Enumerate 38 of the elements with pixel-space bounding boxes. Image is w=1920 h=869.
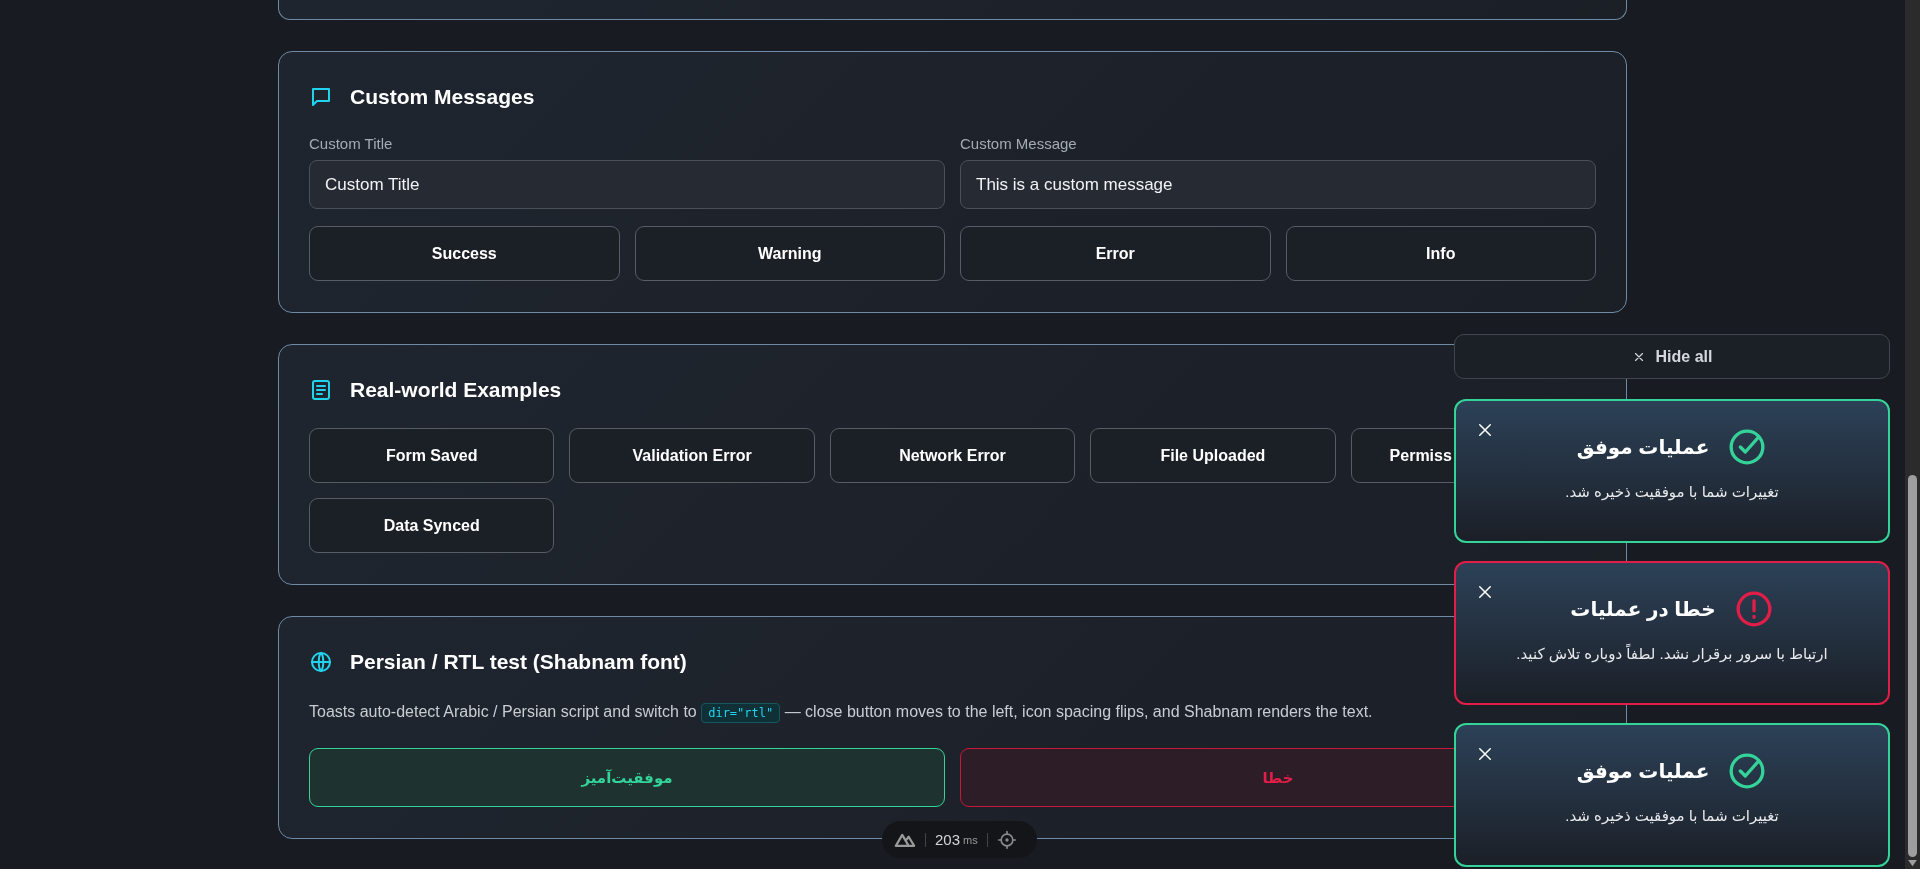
time-unit: ms	[963, 833, 978, 846]
globe-icon	[309, 650, 333, 674]
section-title: Custom Messages	[350, 85, 535, 109]
toast-button[interactable]: Error	[960, 226, 1271, 281]
toast-message: تغییرات شما با موفقیت ذخیره شد.	[1565, 483, 1779, 501]
example-button[interactable]: Form Saved	[309, 428, 555, 483]
section-title: Persian / RTL test (Shabnam font)	[350, 650, 687, 674]
close-icon	[1476, 583, 1494, 601]
load-time: 203	[935, 831, 961, 848]
field-label: Custom Message	[960, 135, 1078, 152]
text-field[interactable]: Custom Title	[309, 160, 945, 209]
hide-all-button[interactable]: Hide all	[1454, 334, 1890, 379]
toast-message: تغییرات شما با موفقیت ذخیره شد.	[1565, 807, 1779, 825]
close-icon	[1476, 745, 1494, 763]
scrollbar[interactable]	[1905, 0, 1920, 869]
description-text: Toasts auto-detect Arabic / Persian script and switch to dir="rtl" — close button moves to the left, icon spacing flips, and Shabnam renders the text.	[309, 700, 1596, 725]
document-icon	[309, 378, 333, 402]
example-button[interactable]: Data Synced	[309, 498, 555, 553]
toast-title: خطا در عملیات	[1570, 597, 1716, 621]
toast-message: ارتباط با سرور برقرار نشد. لطفاً دوباره تلاش کنید.	[1516, 645, 1828, 663]
toast-button[interactable]: Warning	[634, 226, 945, 281]
example-button[interactable]: Network Error	[829, 428, 1076, 483]
example-button[interactable]: Validation Error	[569, 428, 815, 483]
section-title: Real-world Examples	[350, 378, 562, 402]
text-field[interactable]: This is a custom message	[960, 160, 1596, 209]
close-icon	[1476, 421, 1494, 439]
rtl-test-button[interactable]: موفقیت‌آمیز	[309, 748, 945, 807]
crosshair-icon	[996, 829, 1017, 850]
toast-button[interactable]: Info	[1285, 226, 1596, 281]
toast-button[interactable]: Success	[309, 226, 620, 281]
mountain-logo-icon	[894, 831, 916, 848]
code-snippet: dir="rtl"	[701, 703, 781, 723]
scrollbar-thumb[interactable]	[1908, 475, 1917, 857]
toast-title: عملیات موفق	[1576, 435, 1710, 459]
example-button[interactable]: File Uploaded	[1090, 428, 1336, 483]
field-label: Custom Title	[309, 135, 394, 152]
chat-bubble-icon	[309, 85, 333, 109]
scroll-down-icon[interactable]	[1908, 860, 1917, 867]
